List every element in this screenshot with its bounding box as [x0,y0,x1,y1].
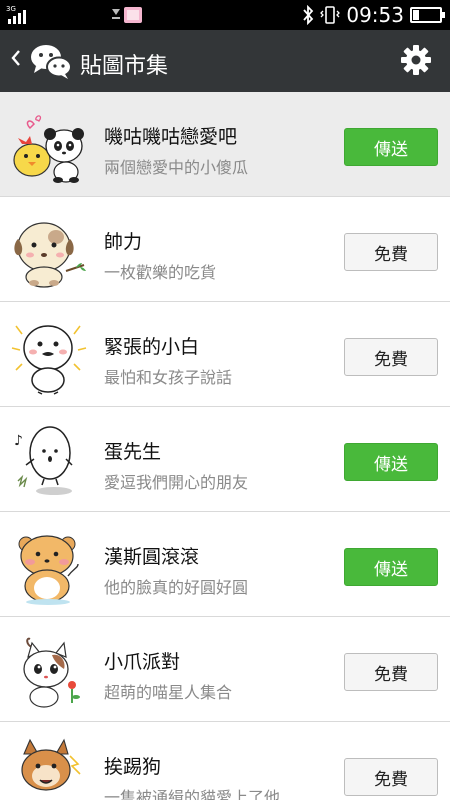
free-download-button[interactable]: 免費 [344,653,438,691]
sticker-description: 愛逗我們開心的朋友 [104,473,249,492]
sticker-name: 小爪派對 [104,651,181,673]
sticker-thumbnail-dog [8,734,90,800]
sticker-description: 超萌的喵星人集合 [104,683,233,702]
chevron-left-icon [11,50,20,66]
sticker-thumbnail-kitten [8,629,90,711]
sticker-description: 他的臉真的好圓好圓 [104,578,249,597]
send-button[interactable]: 傳送 [344,443,438,481]
free-download-button[interactable]: 免費 [344,233,438,271]
back-button[interactable] [10,46,22,74]
sticker-name: 漢斯圓滾滾 [104,546,200,568]
free-download-button[interactable]: 免費 [344,338,438,376]
list-item[interactable]: ♪ 蛋先生 愛逗我們開心的朋友 傳送 [0,407,450,512]
gear-icon [401,45,431,75]
sticker-name: 緊張的小白 [104,336,200,358]
list-item[interactable]: 緊張的小白 最怕和女孩子說話 免費 [0,302,450,407]
sticker-thumbnail-chick-panda [8,104,90,186]
list-item[interactable]: 嘰咕嘰咕戀愛吧 兩個戀愛中的小傻瓜 傳送 [0,92,450,197]
send-button[interactable]: 傳送 [344,548,438,586]
sticker-description: 一枚歡樂的吃貨 [104,263,217,282]
clock: 09:53 [346,3,404,27]
settings-button[interactable] [400,44,432,80]
sticker-list: 嘰咕嘰咕戀愛吧 兩個戀愛中的小傻瓜 傳送 帥力 一枚歡樂的吃貨 免費 緊張的小白… [0,92,450,800]
wechat-icon [30,42,72,84]
vibrate-icon [320,6,341,24]
sticker-thumbnail-nervous-white [8,314,90,396]
sticker-thumbnail-hamster [8,524,90,606]
sticker-description: 最怕和女孩子說話 [104,368,233,387]
sticker-name: 挨踢狗 [104,756,162,778]
sticker-thumbnail-puppy [8,209,90,291]
page-title: 貼圖市集 [80,54,169,79]
battery-icon [410,7,445,23]
sticker-name: 嘰咕嘰咕戀愛吧 [104,126,238,148]
sticker-thumbnail-mr-egg: ♪ [8,419,90,501]
free-download-button[interactable]: 免費 [344,758,438,796]
app-header: 貼圖市集 [0,30,450,92]
svg-text:♪: ♪ [14,433,23,449]
sticker-description: 兩個戀愛中的小傻瓜 [104,158,249,177]
notification-icons [110,5,146,29]
list-item[interactable]: 小爪派對 超萌的喵星人集合 免費 [0,617,450,722]
status-bar: 3G 09:53 [0,0,450,30]
list-item[interactable]: 帥力 一枚歡樂的吃貨 免費 [0,197,450,302]
sticker-description: 一隻被通緝的貓愛上了他 [104,788,281,800]
send-button[interactable]: 傳送 [344,128,438,166]
signal-icon: 3G [6,4,32,30]
bluetooth-icon [303,5,314,25]
sticker-name: 蛋先生 [104,441,162,463]
list-item[interactable]: 漢斯圓滾滾 他的臉真的好圓好圓 傳送 [0,512,450,617]
list-item[interactable]: 挨踢狗 一隻被通緝的貓愛上了他 免費 [0,722,450,800]
sticker-name: 帥力 [104,231,143,253]
svg-text:3G: 3G [6,5,16,13]
